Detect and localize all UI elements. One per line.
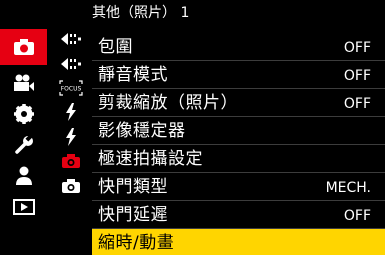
menu-list: 包圍 OFF 靜音模式 OFF 剪裁縮放（照片） OFF 影像穩定器 極速拍攝設… — [92, 33, 385, 255]
subtab-1[interactable] — [58, 27, 84, 51]
menu-item-value: OFF — [343, 208, 371, 224]
menu-item-shutter-type[interactable]: 快門類型 MECH. — [92, 173, 385, 201]
lightning-icon — [66, 127, 76, 146]
menu-item-shutter-delay[interactable]: 快門延遲 OFF — [92, 201, 385, 229]
svg-text:FOCUS: FOCUS — [61, 85, 82, 92]
transition-arrow-icon — [61, 57, 81, 70]
menu-screen: 其他（照片） 1 FOCUS 包圍 OFF 靜音模式 OFF 剪裁縮放（照片） … — [0, 0, 385, 255]
subtab-4[interactable] — [58, 100, 84, 124]
menu-item-value: OFF — [343, 40, 371, 56]
subtab-5[interactable] — [58, 125, 84, 149]
page-title: 其他（照片） 1 — [92, 5, 190, 21]
category-tabs — [0, 27, 48, 222]
lightning-icon — [66, 103, 76, 122]
tab-my-menu[interactable] — [0, 160, 48, 191]
video-camera-icon — [14, 74, 34, 91]
gear-icon — [14, 103, 34, 124]
sub-tabs: FOCUS — [58, 27, 84, 198]
menu-item-label: 極速拍攝設定 — [98, 149, 203, 169]
subtab-6-active[interactable] — [58, 149, 84, 173]
camera-icon — [14, 39, 34, 55]
menu-item-value: MECH. — [325, 180, 371, 196]
tab-video[interactable] — [0, 67, 48, 98]
menu-item-value: OFF — [343, 96, 371, 112]
menu-item-high-speed-settings[interactable]: 極速拍攝設定 — [92, 145, 385, 173]
menu-item-label: 影像穩定器 — [98, 121, 186, 141]
menu-item-value: OFF — [343, 68, 371, 84]
camera-icon-active — [62, 154, 80, 169]
menu-item-label: 剪裁縮放（照片） — [98, 93, 238, 113]
tab-custom[interactable] — [0, 98, 48, 129]
tab-photo[interactable] — [0, 27, 48, 67]
menu-item-label: 快門類型 — [98, 177, 168, 197]
playback-icon — [13, 198, 35, 215]
menu-item-label: 快門延遲 — [98, 205, 168, 225]
menu-item-label: 靜音模式 — [98, 65, 168, 85]
camera-icon — [62, 178, 80, 193]
menu-item-bracket[interactable]: 包圍 OFF — [92, 33, 385, 61]
menu-item-label: 包圍 — [98, 37, 133, 57]
tab-setup[interactable] — [0, 129, 48, 160]
focus-icon: FOCUS — [59, 80, 83, 96]
tab-playback[interactable] — [0, 191, 48, 222]
subtab-2[interactable] — [58, 51, 84, 75]
menu-item-crop-zoom[interactable]: 剪裁縮放（照片） OFF — [92, 89, 385, 117]
subtab-3[interactable]: FOCUS — [58, 76, 84, 100]
transition-arrow-icon — [61, 33, 81, 46]
menu-item-silent-mode[interactable]: 靜音模式 OFF — [92, 61, 385, 89]
subtab-7[interactable] — [58, 173, 84, 197]
person-icon — [16, 166, 32, 185]
menu-item-time-lapse-animation[interactable]: 縮時/動畫 — [92, 229, 385, 255]
wrench-icon — [15, 134, 33, 154]
menu-item-label: 縮時/動畫 — [98, 233, 175, 253]
menu-item-image-stabilizer[interactable]: 影像穩定器 — [92, 117, 385, 145]
